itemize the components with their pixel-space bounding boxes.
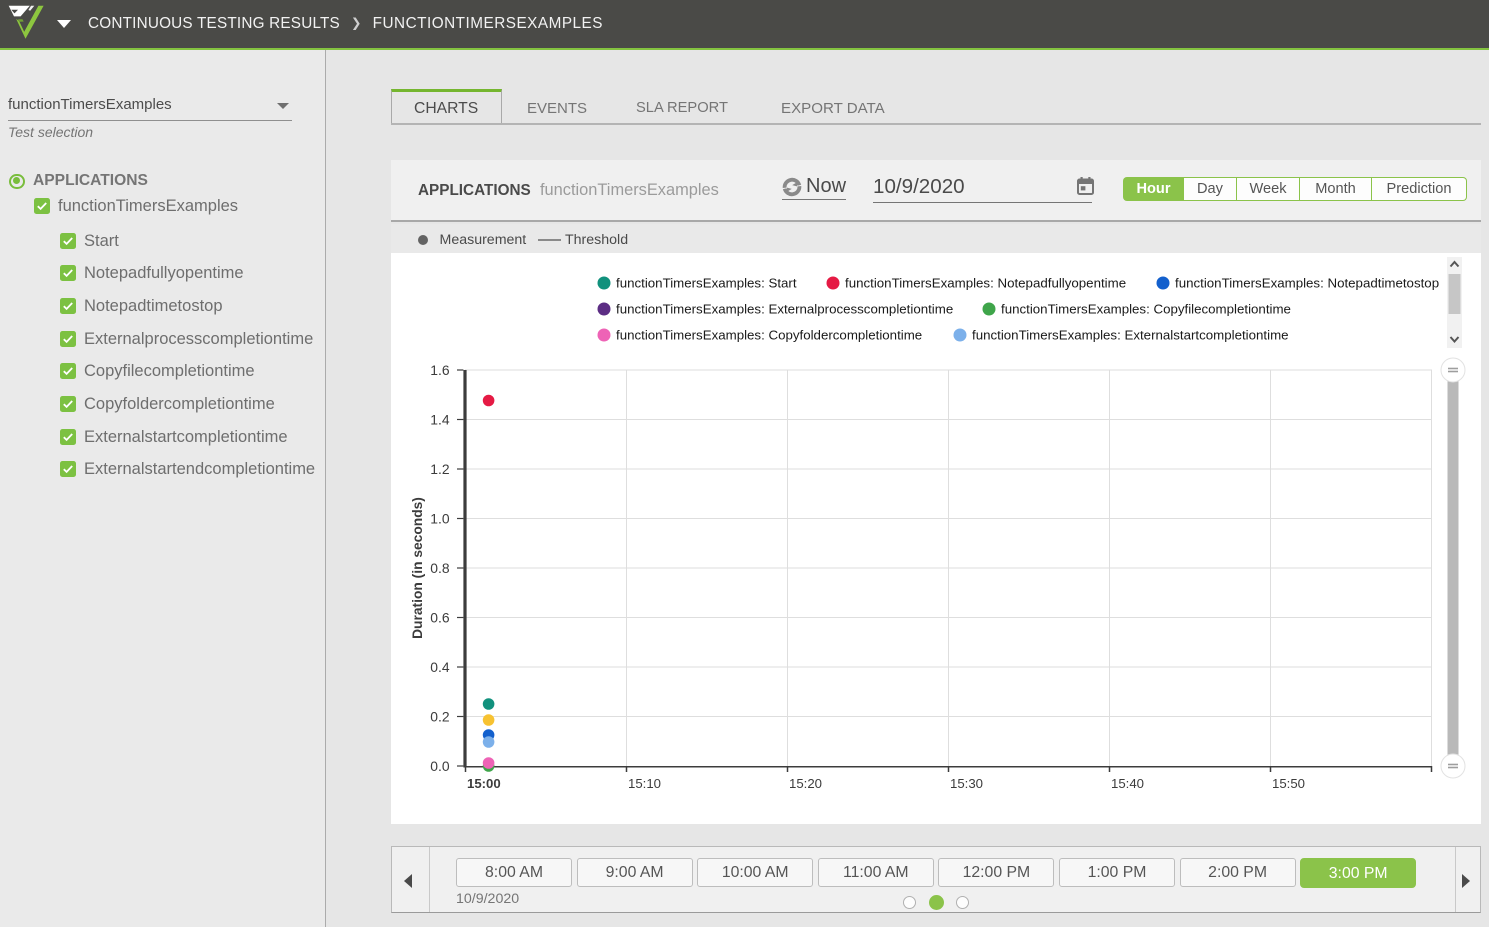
svg-text:0.8: 0.8 [430,560,450,576]
svg-text:functionTimersExamples: Notepa: functionTimersExamples: Notepadtimetosto… [1175,276,1439,291]
svg-text:15:30: 15:30 [950,776,983,791]
svg-text:functionTimersExamples: Notepa: functionTimersExamples: Notepadfullyopen… [845,276,1126,291]
svg-text:15:20: 15:20 [789,776,822,791]
svg-text:15:00: 15:00 [467,776,501,791]
svg-text:functionTimersExamples: Copyfi: functionTimersExamples: Copyfilecompleti… [1001,302,1291,317]
svg-text:1.2: 1.2 [430,461,450,477]
svg-text:15:50: 15:50 [1272,776,1305,791]
svg-text:1.0: 1.0 [430,510,450,526]
svg-text:functionTimersExamples: Start: functionTimersExamples: Start [616,276,797,291]
svg-text:0.4: 0.4 [430,659,450,675]
svg-text:1.6: 1.6 [430,362,450,378]
svg-text:functionTimersExamples: Extern: functionTimersExamples: Externalprocessc… [616,302,953,317]
svg-text:1.4: 1.4 [430,411,450,427]
svg-text:15:10: 15:10 [628,776,661,791]
svg-text:0.6: 0.6 [430,609,450,625]
svg-text:15:40: 15:40 [1111,776,1144,791]
svg-text:0.2: 0.2 [430,708,450,724]
svg-text:Duration (in seconds): Duration (in seconds) [410,497,425,639]
svg-text:functionTimersExamples: Extern: functionTimersExamples: Externalstartcom… [972,328,1289,343]
svg-text:functionTimersExamples: Copyfo: functionTimersExamples: Copyfoldercomple… [616,328,922,343]
svg-text:0.0: 0.0 [430,758,450,774]
